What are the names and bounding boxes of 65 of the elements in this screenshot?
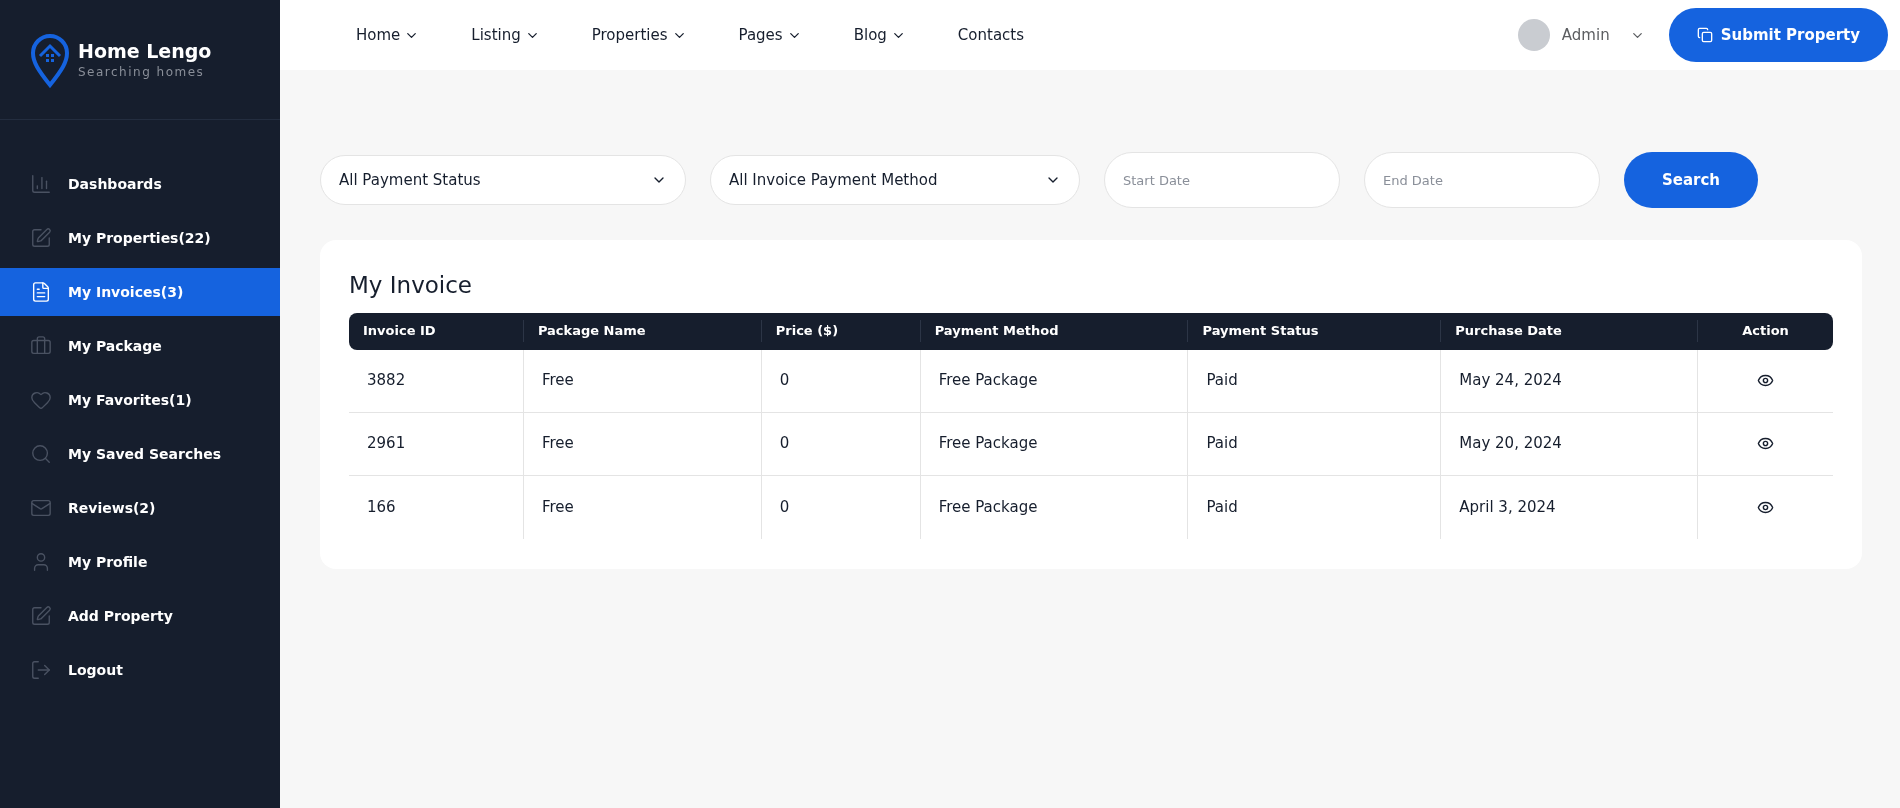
sidebar-item[interactable]: My Properties(22) [0,214,280,262]
table-cell-text: Free [541,433,574,455]
search-button[interactable]: Search [1624,152,1758,208]
sidebar-item[interactable]: My Saved Searches [0,430,280,478]
document-icon [30,281,52,303]
table-cell-text: Free Package [938,496,1038,518]
sidebar-item[interactable]: Dashboards [0,160,280,208]
sidebar-item[interactable]: Logout [0,646,280,694]
column-header: Payment Method [934,322,1059,341]
table-cell-text: 2961 [367,433,406,455]
column-header: Purchase Date [1455,322,1562,341]
payment-status-dropdown[interactable]: All Payment Status [320,155,686,205]
envelope-icon [30,497,52,519]
table-cell-text: May 24, 2024 [1459,370,1562,392]
user-name: Admin [1561,24,1610,46]
submit-property-button[interactable]: Submit Property [1668,8,1888,62]
end-date-field[interactable]: End Date [1364,152,1600,208]
table-cell-text: 0 [779,433,790,455]
nav-link[interactable]: Properties [591,23,687,47]
table-cell-text: Free [541,370,574,392]
column-header: Invoice ID [363,322,436,341]
chart-icon [30,173,52,195]
table-cell-text: 3882 [367,370,406,392]
copy-icon [1696,27,1713,43]
brand-tagline: Searching homes [78,63,206,81]
table-cell-text: Paid [1206,433,1238,455]
sidebar-item[interactable]: My Favorites(1) [0,376,280,424]
table-cell-text: Paid [1206,370,1238,392]
house-pin-logo-icon [30,31,70,88]
edit-icon [30,605,52,627]
sidebar-item[interactable]: My Invoices(3) [0,268,280,316]
column-header: Price ($) [775,322,839,341]
nav-link[interactable]: Home [356,23,420,47]
avatar [1517,19,1550,51]
briefcase-icon [30,335,52,357]
sidebar-item[interactable]: My Profile [0,538,280,586]
table-cell-text: Paid [1206,496,1238,518]
table-cell-text: Free Package [938,433,1038,455]
heart-icon [30,389,52,411]
table-cell-text: April 3, 2024 [1459,496,1556,518]
sidebar-item[interactable]: My Package [0,322,280,370]
table-cell-text: Free Package [938,370,1038,392]
table-cell-text: May 20, 2024 [1459,433,1562,455]
nav-link[interactable]: Listing [471,23,540,47]
view-eye-icon[interactable] [1757,435,1775,452]
table-cell-text: 0 [779,496,790,518]
sidebar-item[interactable]: Add Property [0,592,280,640]
column-header: Payment Status [1202,322,1319,341]
search-icon [30,443,52,465]
view-eye-icon[interactable] [1757,372,1775,389]
column-header: Action [1742,322,1789,341]
sidebar-item[interactable]: Reviews(2) [0,484,280,532]
nav-link[interactable]: Pages [738,23,802,47]
brand-name: Home Lengo [78,38,212,63]
payment-method-dropdown[interactable]: All Invoice Payment Method [710,155,1080,205]
nav-link[interactable]: Contacts [957,23,1025,47]
table-cell-text: Free [541,496,574,518]
table-cell-text: 166 [367,496,396,518]
table-cell-text: 0 [779,370,790,392]
nav-link[interactable]: Blog [853,23,906,47]
start-date-field[interactable]: Start Date [1104,152,1340,208]
logout-icon [30,659,52,681]
edit-icon [30,227,52,249]
card-title: My Invoice [349,271,473,300]
column-header: Package Name [537,322,646,341]
